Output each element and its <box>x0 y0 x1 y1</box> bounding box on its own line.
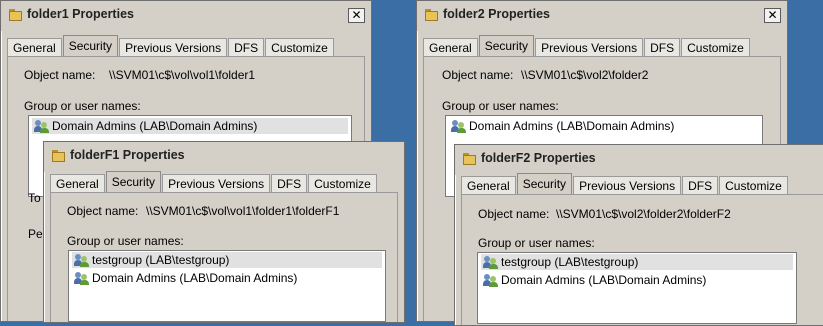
tab-strip: General Security Previous Versions DFS C… <box>7 35 335 57</box>
close-button[interactable]: ✕ <box>764 8 781 23</box>
tab-security[interactable]: Security <box>105 171 162 193</box>
user-name: Domain Admins (LAB\Domain Admins) <box>52 119 258 133</box>
tab-strip: General Security Previous Versions DFS C… <box>461 173 789 195</box>
tab-previous-versions[interactable]: Previous Versions <box>573 176 682 195</box>
partial-label: Pe <box>28 227 43 241</box>
title-bar[interactable]: folder1 Properties ✕ <box>1 1 371 31</box>
partial-label: To <box>28 191 41 205</box>
tab-previous-versions[interactable]: Previous Versions <box>535 38 644 57</box>
user-group-icon <box>451 119 467 133</box>
folder-icon <box>9 9 22 21</box>
tab-customize[interactable]: Customize <box>681 38 750 57</box>
user-group-icon <box>34 119 50 133</box>
object-name-value: \\SVM01\c$\vol2\folder2\folderF2 <box>556 207 731 221</box>
user-group-icon <box>483 273 499 287</box>
group-user-list[interactable]: testgroup (LAB\testgroup) Domain Admins … <box>68 250 386 322</box>
tab-general[interactable]: General <box>423 38 478 57</box>
list-item[interactable]: Domain Admins (LAB\Domain Admins) <box>72 270 382 286</box>
tab-dfs[interactable]: DFS <box>271 174 308 193</box>
tab-security[interactable]: Security <box>516 173 573 195</box>
folder-icon <box>425 9 438 21</box>
close-button[interactable]: ✕ <box>348 8 365 23</box>
list-item[interactable]: testgroup (LAB\testgroup) <box>481 254 793 270</box>
list-item[interactable]: Domain Admins (LAB\Domain Admins) <box>32 118 348 134</box>
object-name-label: Object name: <box>442 68 514 82</box>
tab-dfs[interactable]: DFS <box>682 176 719 195</box>
tab-general[interactable]: General <box>7 38 62 57</box>
object-name-label: Object name: <box>67 204 139 218</box>
user-name: Domain Admins (LAB\Domain Admins) <box>92 271 298 285</box>
user-name: Domain Admins (LAB\Domain Admins) <box>469 119 675 133</box>
list-item[interactable]: Domain Admins (LAB\Domain Admins) <box>481 272 793 288</box>
tab-dfs[interactable]: DFS <box>644 38 681 57</box>
title-bar[interactable]: folder2 Properties ✕ <box>417 1 787 31</box>
tab-previous-versions[interactable]: Previous Versions <box>162 174 271 193</box>
list-item[interactable]: testgroup (LAB\testgroup) <box>72 252 382 268</box>
object-name-value: \\SVM01\c$\vol\vol1\folder1 <box>109 68 256 82</box>
user-name: testgroup (LAB\testgroup) <box>501 255 639 269</box>
list-item[interactable]: Domain Admins (LAB\Domain Admins) <box>449 118 759 134</box>
tab-dfs[interactable]: DFS <box>228 38 265 57</box>
dialog-folderF1-properties: folderF1 Properties General Security Pre… <box>43 141 405 323</box>
tab-strip: General Security Previous Versions DFS C… <box>423 35 751 57</box>
title-bar[interactable]: folderF2 Properties <box>455 145 823 175</box>
window-title: folder1 Properties <box>27 7 134 21</box>
object-name-value: \\SVM01\c$\vol\vol1\folder1\folderF1 <box>146 204 340 218</box>
user-group-icon <box>74 271 90 285</box>
tab-security[interactable]: Security <box>62 35 119 57</box>
tab-general[interactable]: General <box>461 176 516 195</box>
tab-customize[interactable]: Customize <box>719 176 788 195</box>
group-user-names-label: Group or user names: <box>478 236 595 250</box>
group-user-list[interactable]: testgroup (LAB\testgroup) Domain Admins … <box>477 252 797 324</box>
tab-previous-versions[interactable]: Previous Versions <box>119 38 228 57</box>
object-name-label: Object name: <box>24 68 96 82</box>
tab-general[interactable]: General <box>50 174 105 193</box>
group-user-names-label: Group or user names: <box>442 99 559 113</box>
window-title: folderF2 Properties <box>481 151 596 165</box>
folder-icon <box>463 153 476 165</box>
group-user-names-label: Group or user names: <box>67 234 184 248</box>
window-title: folderF1 Properties <box>70 148 185 162</box>
folder-icon <box>52 150 65 162</box>
tab-customize[interactable]: Customize <box>265 38 334 57</box>
user-group-icon <box>483 255 499 269</box>
title-bar[interactable]: folderF1 Properties <box>44 142 404 172</box>
object-name-label: Object name: <box>478 207 550 221</box>
tab-strip: General Security Previous Versions DFS C… <box>50 171 378 193</box>
user-name: testgroup (LAB\testgroup) <box>92 253 230 267</box>
dialog-folderF2-properties: folderF2 Properties General Security Pre… <box>454 144 823 326</box>
window-title: folder2 Properties <box>443 7 550 21</box>
tab-security[interactable]: Security <box>478 35 535 57</box>
user-group-icon <box>74 253 90 267</box>
group-user-names-label: Group or user names: <box>24 99 141 113</box>
tab-customize[interactable]: Customize <box>308 174 377 193</box>
object-name-value: \\SVM01\c$\vol2\folder2 <box>521 68 649 82</box>
user-name: Domain Admins (LAB\Domain Admins) <box>501 273 707 287</box>
